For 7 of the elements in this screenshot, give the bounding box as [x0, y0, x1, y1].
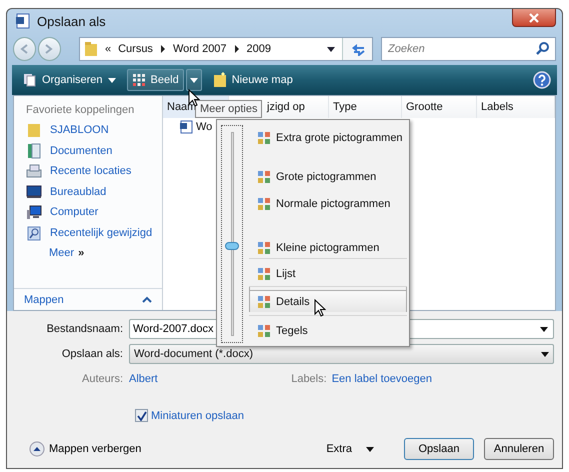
filename-label: Bestandsnaam:	[46, 323, 123, 335]
save-as-type-label: Opslaan als:	[60, 348, 123, 360]
tooltip: Meer opties	[195, 100, 262, 118]
window-title: Opslaan als	[37, 14, 106, 28]
authors-label: Auteurs:	[81, 373, 123, 385]
sidebar-heading: Favoriete koppelingen	[25, 103, 136, 118]
labels-label: Labels:	[291, 373, 327, 385]
